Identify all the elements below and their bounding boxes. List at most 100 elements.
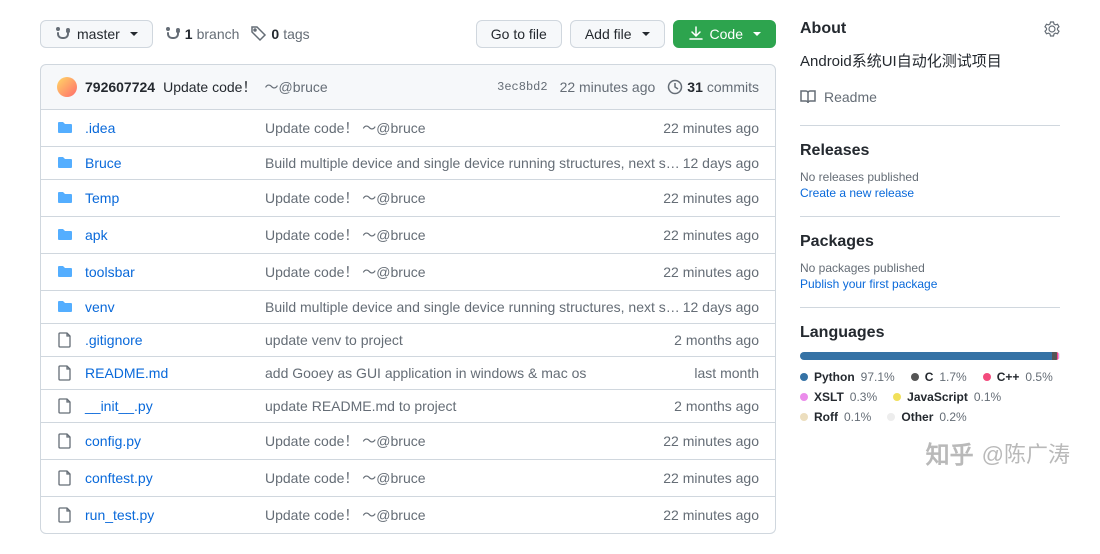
commits-link[interactable]: 31 commits <box>667 79 759 95</box>
file-commit-msg[interactable]: Update code！ ～@bruce <box>265 431 663 451</box>
file-name-link[interactable]: apk <box>85 227 108 243</box>
file-commit-msg[interactable]: add Gooey as GUI application in windows … <box>265 365 694 381</box>
commit-mention: ～@bruce <box>264 77 327 97</box>
lang-segment <box>1059 352 1060 360</box>
folder-icon <box>57 299 73 315</box>
repo-toolbar: master 1 branch 0 tags Go to file Add fi… <box>40 20 776 48</box>
go-to-file-button[interactable]: Go to file <box>476 20 562 48</box>
lang-dot <box>887 413 895 421</box>
download-icon <box>688 26 704 42</box>
file-name-link[interactable]: .idea <box>85 120 115 136</box>
folder-icon <box>57 120 73 136</box>
language-bar <box>800 352 1060 360</box>
packages-empty: No packages published <box>800 261 1060 275</box>
file-time: last month <box>694 365 759 381</box>
file-commit-msg[interactable]: Update code！ ～@bruce <box>265 225 663 245</box>
file-row: Bruce Build multiple device and single de… <box>41 146 775 179</box>
lang-item[interactable]: Other 0.2% <box>887 410 966 424</box>
about-title: About <box>800 20 846 38</box>
code-button[interactable]: Code <box>673 20 776 48</box>
lang-dot <box>983 373 991 381</box>
file-name-link[interactable]: toolsbar <box>85 264 135 280</box>
file-name-link[interactable]: Temp <box>85 190 119 206</box>
file-name-link[interactable]: config.py <box>85 433 141 449</box>
commit-sha[interactable]: 3ec8bd2 <box>497 80 547 94</box>
branch-name: master <box>77 26 120 42</box>
file-icon <box>57 433 73 449</box>
lang-dot <box>911 373 919 381</box>
file-time: 22 minutes ago <box>663 264 759 280</box>
lang-item[interactable]: JavaScript 0.1% <box>893 390 1001 404</box>
file-commit-msg[interactable]: Update code！ ～@bruce <box>265 468 663 488</box>
commit-author[interactable]: 792607724 <box>85 79 155 95</box>
avatar[interactable] <box>57 77 77 97</box>
file-name-link[interactable]: Bruce <box>85 155 122 171</box>
language-list: Python 97.1% C 1.7% C++ 0.5% XSLT 0.3% JavaS… <box>800 370 1060 424</box>
lang-item[interactable]: C 1.7% <box>911 370 967 384</box>
packages-title: Packages <box>800 233 1060 251</box>
lang-item[interactable]: Python 97.1% <box>800 370 895 384</box>
commit-time: 22 minutes ago <box>560 79 656 95</box>
file-name-link[interactable]: .gitignore <box>85 332 143 348</box>
file-row: toolsbar Update code！ ～@bruce22 minutes a… <box>41 253 775 290</box>
create-release-link[interactable]: Create a new release <box>800 186 914 200</box>
file-time: 22 minutes ago <box>663 227 759 243</box>
file-row: apk Update code！ ～@bruce22 minutes ago <box>41 216 775 253</box>
file-commit-msg[interactable]: Update code！ ～@bruce <box>265 262 663 282</box>
readme-link[interactable]: Readme <box>800 85 1060 109</box>
latest-commit-bar: 792607724 Update code！ ～@bruce 3ec8bd2 2… <box>40 64 776 110</box>
folder-icon <box>57 155 73 171</box>
lang-item[interactable]: Roff 0.1% <box>800 410 871 424</box>
file-commit-msg[interactable]: Build multiple device and single device … <box>265 299 683 315</box>
file-icon <box>57 470 73 486</box>
about-description: Android系统UI自动化测试项目 <box>800 50 1060 71</box>
lang-item[interactable]: C++ 0.5% <box>983 370 1053 384</box>
tags-link[interactable]: 0 tags <box>251 26 309 42</box>
file-row: .gitignore update venv to project2 months… <box>41 323 775 356</box>
file-name-link[interactable]: __init__.py <box>85 398 153 414</box>
file-icon <box>57 365 73 381</box>
file-time: 22 minutes ago <box>663 190 759 206</box>
languages-title: Languages <box>800 324 1060 342</box>
commit-message[interactable]: Update code！ <box>163 77 256 97</box>
file-commit-msg[interactable]: Update code！ ～@bruce <box>265 505 663 525</box>
file-commit-msg[interactable]: Update code！ ～@bruce <box>265 188 663 208</box>
file-list: .ideaUpdate code！ ～@bruce22 minutes agoB… <box>40 110 776 534</box>
file-icon <box>57 507 73 523</box>
add-file-button[interactable]: Add file <box>570 20 665 48</box>
file-commit-msg[interactable]: Build multiple device and single device … <box>265 155 683 171</box>
file-time: 12 days ago <box>683 299 759 315</box>
folder-icon <box>57 227 73 243</box>
branches-link[interactable]: 1 branch <box>165 26 240 42</box>
file-name-link[interactable]: venv <box>85 299 115 315</box>
file-name-link[interactable]: conftest.py <box>85 470 153 486</box>
publish-package-link[interactable]: Publish your first package <box>800 277 937 291</box>
file-commit-msg[interactable]: Update code！ ～@bruce <box>265 118 663 138</box>
languages-section: Languages Python 97.1% C 1.7% C++ 0.5% XSLT… <box>800 307 1060 424</box>
file-time: 22 minutes ago <box>663 433 759 449</box>
file-time: 22 minutes ago <box>663 507 759 523</box>
file-name-link[interactable]: run_test.py <box>85 507 154 523</box>
folder-icon <box>57 190 73 206</box>
file-name-link[interactable]: README.md <box>85 365 168 381</box>
file-commit-msg[interactable]: update venv to project <box>265 332 674 348</box>
releases-empty: No releases published <box>800 170 1060 184</box>
file-commit-msg[interactable]: update README.md to project <box>265 398 674 414</box>
file-row: .ideaUpdate code！ ～@bruce22 minutes ago <box>41 110 775 146</box>
file-row: venv Build multiple device and single dev… <box>41 290 775 323</box>
gear-icon[interactable] <box>1044 21 1060 37</box>
file-row: conftest.pyUpdate code！ ～@bruce22 minute… <box>41 459 775 496</box>
file-row: __init__.py update README.md to project2 … <box>41 389 775 422</box>
file-icon <box>57 332 73 348</box>
file-time: 2 months ago <box>674 398 759 414</box>
file-row: run_test.py Update code！ ～@bruce22 minute… <box>41 496 775 533</box>
branch-selector[interactable]: master <box>40 20 153 48</box>
releases-section: Releases No releases published Create a … <box>800 125 1060 200</box>
file-row: Temp Update code！ ～@bruce22 minutes ago <box>41 179 775 216</box>
git-branch-icon <box>55 26 71 42</box>
lang-item[interactable]: XSLT 0.3% <box>800 390 877 404</box>
lang-dot <box>800 413 808 421</box>
file-time: 12 days ago <box>683 155 759 171</box>
file-time: 2 months ago <box>674 332 759 348</box>
lang-dot <box>800 373 808 381</box>
